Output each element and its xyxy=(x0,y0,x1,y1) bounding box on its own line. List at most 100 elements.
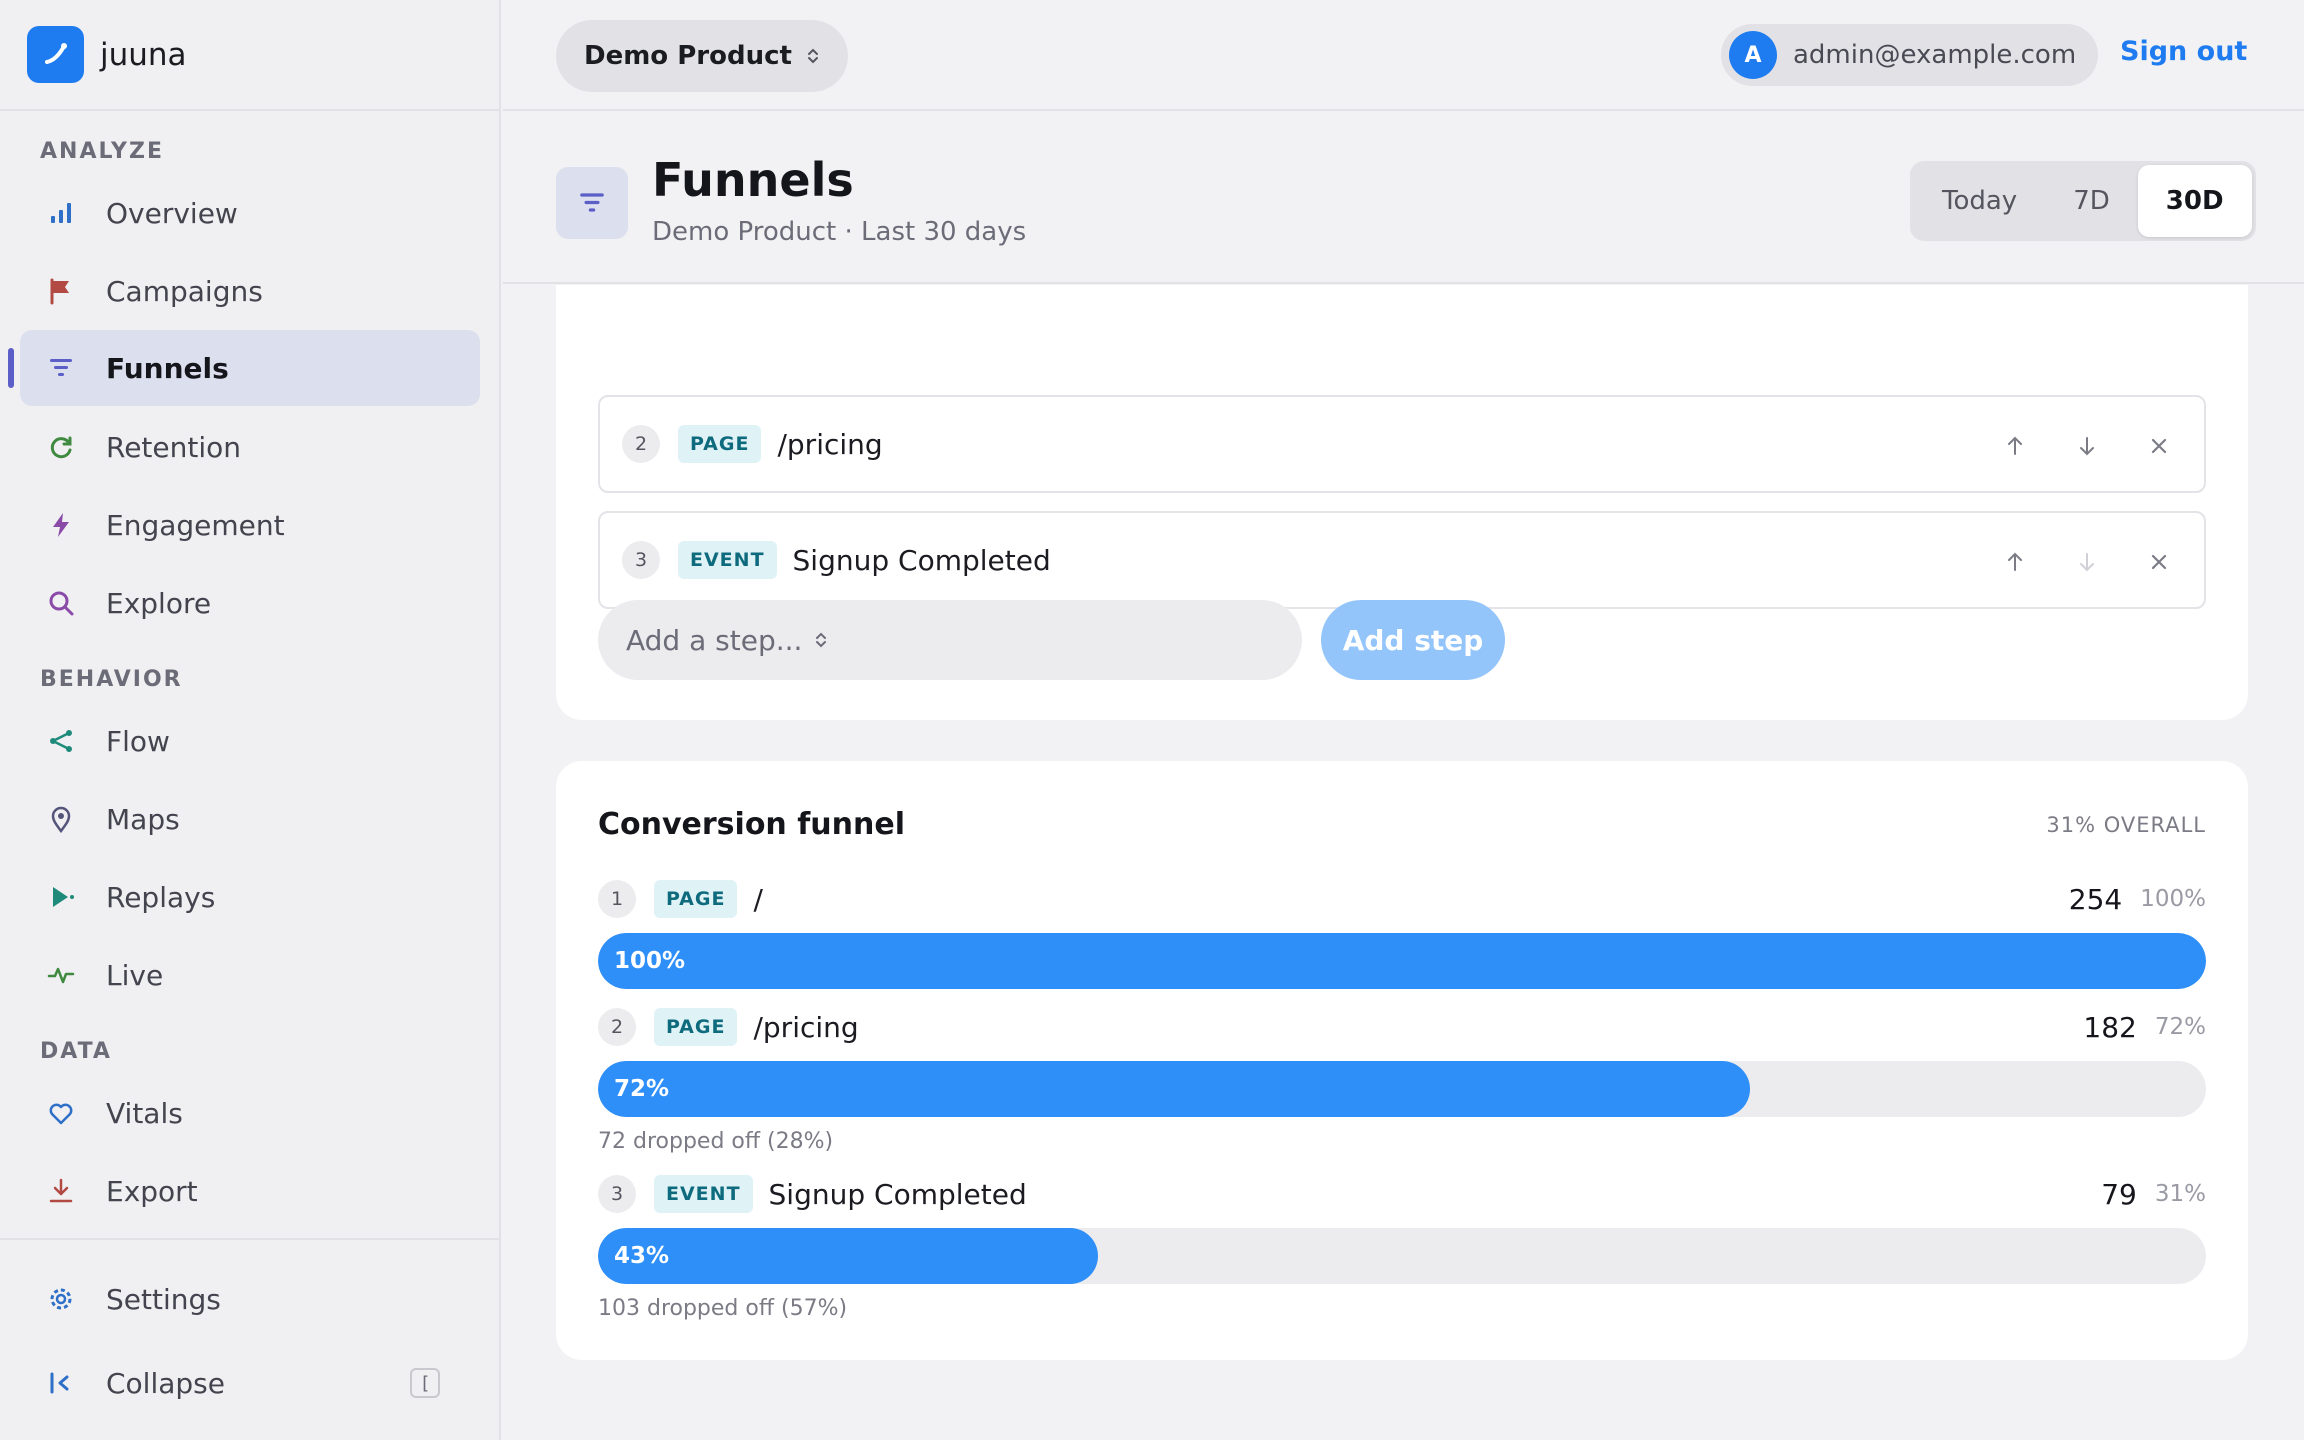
step-name: /pricing xyxy=(753,1010,859,1044)
avatar: A xyxy=(1729,31,1777,79)
gear-icon xyxy=(44,1282,78,1316)
user-menu[interactable]: A admin@example.com xyxy=(1721,24,2099,86)
dropped-off-text: 103 dropped off (57%) xyxy=(598,1296,848,1321)
product-name: Demo Product xyxy=(584,41,792,71)
funnel-bar: 43% xyxy=(598,1228,1099,1284)
sidebar-item-label: Flow xyxy=(106,724,170,758)
nav-section-data: DATA xyxy=(40,1039,112,1064)
sidebar-item-label: Export xyxy=(106,1174,198,1208)
step-type-badge: PAGE xyxy=(654,880,738,918)
step-type-badge: PAGE xyxy=(654,1008,738,1046)
brand-logo-icon xyxy=(27,26,84,83)
sidebar-item-flow[interactable]: Flow xyxy=(20,703,480,779)
arrow-up-icon[interactable] xyxy=(2000,431,2030,461)
sidebar-item-overview[interactable]: Overview xyxy=(20,175,480,251)
arrow-up-icon[interactable] xyxy=(2000,547,2030,577)
arrow-down-icon[interactable] xyxy=(2072,431,2102,461)
step-count: 182 xyxy=(2083,1010,2137,1044)
funnel-bar-track: 43% xyxy=(598,1228,2206,1284)
sidebar-item-campaigns[interactable]: Campaigns xyxy=(20,253,480,329)
chevron-updown-icon xyxy=(806,46,820,66)
step-percent: 72% xyxy=(2154,1014,2206,1040)
sidebar-item-export[interactable]: Export xyxy=(20,1153,480,1229)
sidebar-item-label: Funnels xyxy=(106,351,229,385)
step-row: 2 PAGE /pricing xyxy=(598,395,2206,493)
funnel-steps-card: 1 PAGE / 2 PAGE /pricing 3 EVENT Signup … xyxy=(556,285,2248,720)
topbar: Demo Product A admin@example.com Sign ou… xyxy=(503,0,2304,111)
page-title: Funnels xyxy=(652,153,854,207)
range-30d-button[interactable]: 30D xyxy=(2137,165,2252,237)
step-number: 1 xyxy=(598,880,636,918)
funnel-icon xyxy=(44,351,78,385)
bar-chart-icon xyxy=(44,196,78,230)
chevron-updown-icon xyxy=(814,630,828,650)
flag-icon xyxy=(44,274,78,308)
sidebar-item-label: Explore xyxy=(106,586,212,620)
sidebar-item-replays[interactable]: Replays xyxy=(20,859,480,935)
page-header: Funnels Demo Product · Last 30 days Toda… xyxy=(503,113,2304,284)
share-icon xyxy=(44,724,78,758)
sidebar-item-maps[interactable]: Maps xyxy=(20,781,480,857)
collapse-label: Collapse xyxy=(106,1366,225,1400)
nav-section-analyze: ANALYZE xyxy=(40,139,164,164)
funnel-step: 2 PAGE /pricing 182 72% 72% 72 dropped o… xyxy=(598,1007,2206,1154)
product-selector[interactable]: Demo Product xyxy=(556,20,848,92)
sidebar-item-label: Campaigns xyxy=(106,274,263,308)
sidebar-divider xyxy=(0,1238,501,1240)
main-content: 1 PAGE / 2 PAGE /pricing 3 EVENT Signup … xyxy=(503,285,2304,1440)
brand-name: juuna xyxy=(100,36,187,73)
add-step-placeholder: Add a step... xyxy=(626,623,803,657)
close-icon[interactable] xyxy=(2144,547,2174,577)
sidebar-item-vitals[interactable]: Vitals xyxy=(20,1075,480,1151)
sidebar-item-explore[interactable]: Explore xyxy=(20,565,480,641)
add-step-select[interactable]: Add a step... xyxy=(598,600,1302,680)
funnel-overall: 31% OVERALL xyxy=(2046,813,2206,837)
nav-section-behavior: BEHAVIOR xyxy=(40,667,183,692)
step-count: 79 xyxy=(2101,1177,2137,1211)
range-today-button[interactable]: Today xyxy=(1914,165,2045,237)
step-row: 3 EVENT Signup Completed xyxy=(598,511,2206,609)
sign-out-link[interactable]: Sign out xyxy=(2120,36,2247,67)
funnel-bar-track: 100% xyxy=(598,933,2206,989)
step-percent: 31% xyxy=(2154,1181,2206,1207)
funnel-bar: 72% xyxy=(598,1061,1751,1117)
step-percent: 100% xyxy=(2140,886,2206,912)
page-subtitle: Demo Product · Last 30 days xyxy=(652,217,1027,247)
heart-icon xyxy=(44,1096,78,1130)
step-type-badge: PAGE xyxy=(678,425,762,463)
step-type-badge: EVENT xyxy=(678,541,777,579)
sidebar-item-engagement[interactable]: Engagement xyxy=(20,487,480,563)
active-indicator xyxy=(8,348,14,388)
collapse-button[interactable]: Collapse [ xyxy=(20,1345,480,1421)
sidebar-item-live[interactable]: Live xyxy=(20,937,480,1013)
funnel-bar: 100% xyxy=(598,933,2206,989)
step-number: 2 xyxy=(622,425,660,463)
step-count: 254 xyxy=(2068,882,2123,916)
sidebar-item-settings[interactable]: Settings xyxy=(20,1261,480,1337)
step-name: / xyxy=(753,882,763,916)
step-number: 3 xyxy=(598,1175,636,1213)
conversion-funnel-card: Conversion funnel 31% OVERALL 1 PAGE / 2… xyxy=(556,761,2248,1360)
dropped-off-text: 72 dropped off (28%) xyxy=(598,1129,834,1154)
funnel-bar-track: 72% xyxy=(598,1061,2206,1117)
sidebar-item-label: Retention xyxy=(106,430,242,464)
funnel-title: Conversion funnel xyxy=(598,807,905,842)
sidebar: juuna ANALYZE BEHAVIOR DATA Overview Cam… xyxy=(0,0,501,1440)
arrow-down-icon[interactable] xyxy=(2072,547,2102,577)
step-number: 3 xyxy=(622,541,660,579)
range-7d-button[interactable]: 7D xyxy=(2045,165,2138,237)
sidebar-item-label: Vitals xyxy=(106,1096,183,1130)
step-type-badge: EVENT xyxy=(654,1175,753,1213)
sidebar-item-label: Overview xyxy=(106,196,238,230)
collapse-shortcut: [ xyxy=(410,1368,440,1398)
step-number: 2 xyxy=(598,1008,636,1046)
sidebar-item-label: Live xyxy=(106,958,164,992)
sidebar-item-funnels[interactable]: Funnels xyxy=(20,330,480,406)
brand[interactable]: juuna xyxy=(0,0,499,111)
sidebar-item-retention[interactable]: Retention xyxy=(20,409,480,485)
step-name: Signup Completed xyxy=(792,543,1051,577)
step-name: Signup Completed xyxy=(768,1177,1027,1211)
add-step-button[interactable]: Add step xyxy=(1321,600,1505,680)
pin-icon xyxy=(44,802,78,836)
close-icon[interactable] xyxy=(2144,431,2174,461)
